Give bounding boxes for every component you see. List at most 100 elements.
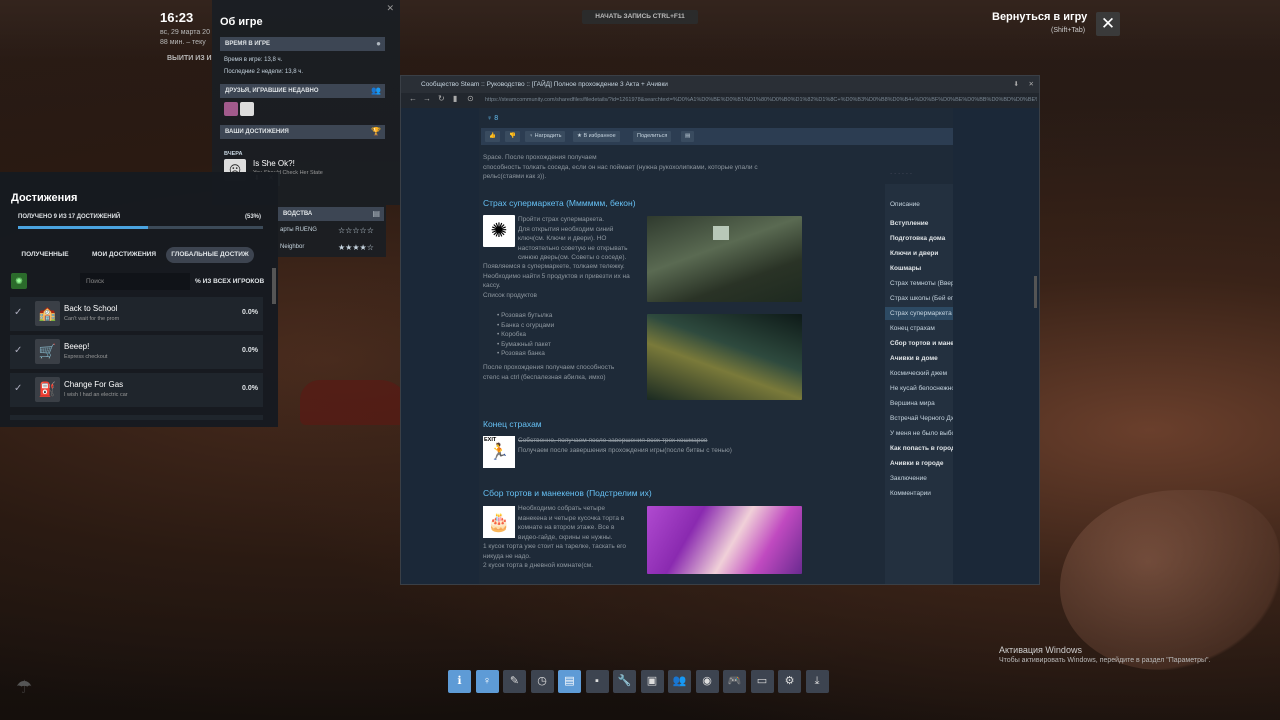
- text-line: Пройти страх супермаркета.: [518, 216, 605, 223]
- forward-icon[interactable]: →: [423, 94, 431, 103]
- bookmark-icon[interactable]: ▮: [453, 94, 457, 103]
- chat-icon[interactable]: ▪: [585, 670, 609, 693]
- browser-titlebar[interactable]: Сообщество Steam :: Руководство :: [ГАЙД…: [401, 76, 1039, 93]
- achievements-icon[interactable]: ♀: [475, 670, 499, 693]
- favorite-button[interactable]: ★ В избранное: [573, 131, 620, 142]
- achievement-row[interactable]: ✓ 🏫 Back to School Can't wait for the pr…: [10, 297, 263, 331]
- pencil-icon[interactable]: ✎: [503, 670, 526, 693]
- screenshot-icon[interactable]: ▣: [640, 670, 664, 693]
- guides-header[interactable]: ВОДСТВА ▤: [278, 207, 384, 221]
- recent-label: ВЧЕРА: [224, 151, 243, 157]
- return-to-game-label[interactable]: Вернуться в игру: [992, 11, 1087, 23]
- text-line: 2 кусок торта в дневной комнате(см.: [483, 562, 594, 569]
- comment-button[interactable]: ▤: [681, 131, 695, 142]
- guide-rating: ★★★★☆: [338, 243, 374, 252]
- game-icon: ✺: [11, 273, 27, 289]
- section-title[interactable]: Конец страхам: [483, 419, 542, 429]
- controller-icon[interactable]: 🎮: [723, 670, 746, 693]
- checkmark-icon: ✓: [14, 345, 23, 356]
- reload-icon[interactable]: ↻: [438, 94, 445, 103]
- achievement-row[interactable]: ✓ 🛒 Beeep! Express checkout 0.0%: [10, 335, 263, 369]
- search-input[interactable]: Поиск: [80, 273, 190, 290]
- clock-time: 16:23: [160, 10, 194, 25]
- thumbs-up-button[interactable]: 👍: [485, 131, 500, 142]
- close-icon[interactable]: ✕: [1029, 76, 1034, 93]
- background-hand: [1060, 490, 1280, 670]
- toc-item[interactable]: Вступление: [890, 220, 928, 227]
- scrollbar[interactable]: [272, 268, 276, 304]
- close-overlay-button[interactable]: ✕: [1096, 12, 1120, 36]
- award-label: Наградить: [534, 133, 562, 139]
- thumbs-down-button[interactable]: 👎: [505, 131, 520, 142]
- tab-global-achievements[interactable]: ГЛОБАЛЬНЫЕ ДОСТИЖ: [166, 247, 254, 263]
- share-button[interactable]: Поделиться: [633, 131, 672, 142]
- guides-head-label: ВОДСТВА: [283, 211, 313, 217]
- toc-item[interactable]: Подготовка дома: [890, 235, 945, 242]
- close-icon[interactable]: ✕: [386, 3, 394, 14]
- guides-panel: ВОДСТВА ▤ арты RUENG ☆☆☆☆☆ Neighbor ★★★★☆: [278, 205, 386, 257]
- browser-icon[interactable]: ◉: [695, 670, 719, 693]
- start-recording-button[interactable]: НАЧАТЬ ЗАПИСЬ CTRL+F11: [582, 10, 698, 24]
- toc-item[interactable]: Вершина мира: [890, 400, 935, 407]
- toc-item[interactable]: Страх супермаркета (Мммммм, бекон): [885, 307, 953, 320]
- sort-global-pct[interactable]: % ИЗ ВСЕХ ИГРОКОВ: [195, 278, 264, 285]
- screenshot-image[interactable]: [647, 314, 802, 400]
- section-title[interactable]: Страх супермаркета (Мммммм, бекон): [483, 198, 636, 208]
- info-icon[interactable]: ℹ: [448, 670, 471, 693]
- toc-item[interactable]: Страх темноты (Вверх, вверх!): [890, 280, 953, 287]
- toc-item[interactable]: Как попасть в город: [890, 445, 953, 452]
- lock-icon: ⊙: [467, 94, 474, 103]
- toc-item[interactable]: Кошмары: [890, 265, 921, 272]
- url-bar[interactable]: https://steamcommunity.com/sharedfiles/f…: [485, 95, 1037, 106]
- section-title[interactable]: Сбор тортов и манекенов (Подстрелим их): [483, 488, 652, 498]
- toc-item[interactable]: Сбор тортов и манекенов (Подстрел...: [890, 340, 953, 347]
- achievements-header[interactable]: ВАШИ ДОСТИЖЕНИЯ 🏆: [220, 125, 385, 139]
- tab-my-achievements[interactable]: МОИ ДОСТИЖЕНИЯ: [88, 247, 160, 263]
- toc-item[interactable]: Описание: [890, 201, 920, 208]
- avatar[interactable]: [240, 102, 254, 116]
- toc-item[interactable]: Ачивки в доме: [890, 355, 938, 362]
- tab-unlocked[interactable]: ПОЛУЧЕННЫЕ: [10, 247, 80, 263]
- pin-icon[interactable]: ⬇: [1014, 76, 1019, 93]
- friends-header[interactable]: ДРУЗЬЯ, ИГРАВШИЕ НЕДАВНО 👥: [220, 84, 385, 98]
- screenshot-image[interactable]: [647, 216, 802, 302]
- back-icon[interactable]: ←: [409, 94, 417, 103]
- toc-item[interactable]: Ачивки в городе: [890, 460, 944, 467]
- toc-item[interactable]: Страх школы (Бей его, Джордж): [890, 295, 953, 302]
- section-text: Получаем после завершения прохождения иг…: [518, 447, 732, 454]
- running-man-icon: 🏃: [489, 444, 509, 461]
- list-item[interactable]: [10, 415, 263, 420]
- wrench-icon[interactable]: 🔧: [613, 670, 636, 693]
- text-line: видео-гайде, скрины не нужны.: [518, 533, 613, 541]
- achievement-pct: 0.0%: [242, 309, 258, 316]
- achievements-progress: ПОЛУЧЕНО 9 ИЗ 17 ДОСТИЖЕНИЙ (53%): [18, 214, 263, 220]
- settings-icon[interactable]: ⚙: [778, 670, 801, 693]
- scrollbar[interactable]: [1034, 276, 1037, 308]
- achievements-panel: Достижения ПОЛУЧЕНО 9 ИЗ 17 ДОСТИЖЕНИЙ (5…: [0, 172, 278, 427]
- toc-item[interactable]: Комментарии: [890, 490, 931, 497]
- recording-icon[interactable]: ▭: [750, 670, 774, 693]
- toc-item[interactable]: Заключение: [890, 475, 927, 482]
- text-line: манекена и четыре кусочка торта в: [518, 514, 625, 522]
- achievement-row[interactable]: ✓ ⛽ Change For Gas I wish I had an elect…: [10, 373, 263, 407]
- exit-game-button[interactable]: ВЫЙТИ ИЗ И: [167, 55, 213, 62]
- avatar[interactable]: [224, 102, 238, 116]
- toc-item[interactable]: Конец страхам: [890, 325, 935, 332]
- toc-item[interactable]: Космический джем: [890, 370, 947, 377]
- toc-item[interactable]: У меня не было выбора: [890, 430, 953, 437]
- toc-item[interactable]: · · · · · ·: [890, 170, 912, 177]
- toc-item[interactable]: Ключи и двери: [890, 250, 938, 257]
- guide-title[interactable]: арты RUENG: [280, 227, 317, 233]
- award-button[interactable]: ♀ Наградить: [525, 131, 566, 142]
- screenshot-image[interactable]: [647, 506, 802, 574]
- text-line: способность толкать соседа, если он нас …: [483, 163, 758, 171]
- download-icon[interactable]: ⤓: [805, 670, 829, 693]
- favorite-label: В избранное: [583, 133, 616, 139]
- guide-icon[interactable]: ▤: [558, 670, 581, 693]
- clock-icon[interactable]: ◷: [530, 670, 554, 693]
- toc-item[interactable]: Встречай Черного Джо: [890, 415, 953, 422]
- toc-item[interactable]: Не кусай белоснежное: [890, 385, 953, 392]
- guide-title[interactable]: Neighbor: [280, 244, 304, 250]
- friends-icon[interactable]: 👥: [668, 670, 691, 693]
- playtime-header[interactable]: ВРЕМЯ В ИГРЕ ●: [220, 37, 385, 51]
